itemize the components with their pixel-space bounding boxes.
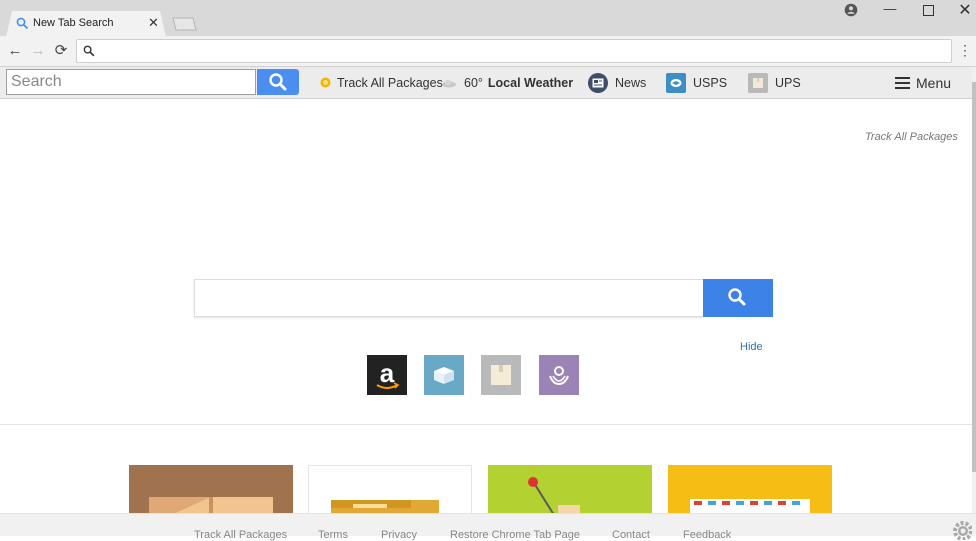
hide-link[interactable]: Hide: [740, 341, 763, 353]
tab-new-tab-search[interactable]: New Tab Search ✕: [6, 11, 166, 37]
footer-link-privacy[interactable]: Privacy: [381, 529, 417, 541]
hamburger-icon: [895, 76, 910, 89]
hands-tile[interactable]: [539, 355, 579, 395]
ups-link[interactable]: UPS: [748, 67, 801, 98]
search-icon: [728, 288, 746, 306]
back-button[interactable]: ←: [6, 42, 24, 60]
hands-icon: [549, 366, 569, 386]
local-weather-label: Local Weather: [487, 75, 574, 90]
news-label: News: [615, 75, 647, 90]
amazon-icon: a: [376, 358, 400, 389]
close-window-button[interactable]: ✕: [955, 0, 975, 19]
usps-link[interactable]: USPS: [666, 67, 727, 98]
toolbar-search-input[interactable]: [6, 69, 256, 95]
main-search-input[interactable]: [194, 279, 704, 317]
box-tile[interactable]: [424, 355, 464, 395]
track-all-packages-label: Track All Packages: [337, 75, 443, 90]
new-tab-button[interactable]: [171, 17, 197, 31]
account-icon[interactable]: [844, 3, 858, 17]
track-all-packages-link[interactable]: Track All Packages: [320, 67, 443, 98]
maximize-button[interactable]: [918, 1, 938, 19]
scrollbar-thumb[interactable]: [972, 82, 976, 472]
ups-label: UPS: [775, 75, 801, 90]
folder-icon: [331, 500, 439, 514]
hand-truck-icon: [528, 477, 580, 515]
envelope-icon: [690, 499, 810, 515]
cloud-icon: [442, 79, 456, 87]
tab-title: New Tab Search: [33, 17, 114, 29]
browser-toolbar: ← → ⟳ ⋮: [0, 36, 976, 67]
tab-strip: New Tab Search ✕ — ✕: [0, 0, 976, 37]
minimize-button[interactable]: —: [880, 1, 900, 19]
forward-button[interactable]: →: [29, 42, 47, 60]
track-all-packages-corner-link[interactable]: Track All Packages: [865, 131, 958, 143]
package-tile[interactable]: [481, 355, 521, 395]
amazon-tile[interactable]: a: [367, 355, 407, 395]
feature-card[interactable]: [308, 465, 472, 515]
package-icon: [491, 365, 511, 385]
extension-menu-button[interactable]: Menu: [895, 67, 951, 98]
news-link[interactable]: News: [588, 67, 646, 98]
ups-box-icon: [748, 72, 768, 93]
local-weather-link[interactable]: 60° Local Weather: [441, 67, 573, 98]
footer-link-contact[interactable]: Contact: [612, 529, 650, 541]
feature-card[interactable]: [488, 465, 652, 515]
main-search-button[interactable]: [703, 279, 773, 317]
search-icon: [269, 73, 287, 91]
feature-card[interactable]: [668, 465, 832, 515]
maximize-icon: [922, 5, 934, 16]
footer-link-feedback[interactable]: Feedback: [683, 529, 731, 541]
close-tab-icon[interactable]: ✕: [148, 15, 159, 31]
extension-toolbar: Track All Packages 60° Local Weather New…: [0, 67, 972, 99]
weather-temp: 60°: [464, 75, 483, 90]
package-dot-icon: [320, 77, 331, 88]
menu-label: Menu: [916, 74, 952, 91]
section-divider: [0, 424, 972, 425]
search-icon: [83, 45, 95, 57]
footer-link-track[interactable]: Track All Packages: [194, 529, 287, 541]
feature-card[interactable]: [129, 465, 293, 515]
toolbar-search-button[interactable]: [257, 69, 299, 95]
search-icon: [16, 17, 29, 30]
footer-link-restore[interactable]: Restore Chrome Tab Page: [450, 529, 580, 541]
usps-label: USPS: [693, 75, 728, 90]
box-icon: [434, 367, 454, 384]
usps-icon: [666, 72, 686, 93]
footer-link-terms[interactable]: Terms: [318, 529, 348, 541]
address-bar[interactable]: [76, 39, 952, 63]
gear-icon[interactable]: [950, 518, 972, 540]
svg-text:a: a: [380, 358, 395, 388]
browser-menu-button[interactable]: ⋮: [958, 42, 972, 60]
newspaper-icon: [588, 72, 608, 93]
reload-button[interactable]: ⟳: [52, 42, 70, 60]
shipping-box-icon: [149, 497, 273, 515]
